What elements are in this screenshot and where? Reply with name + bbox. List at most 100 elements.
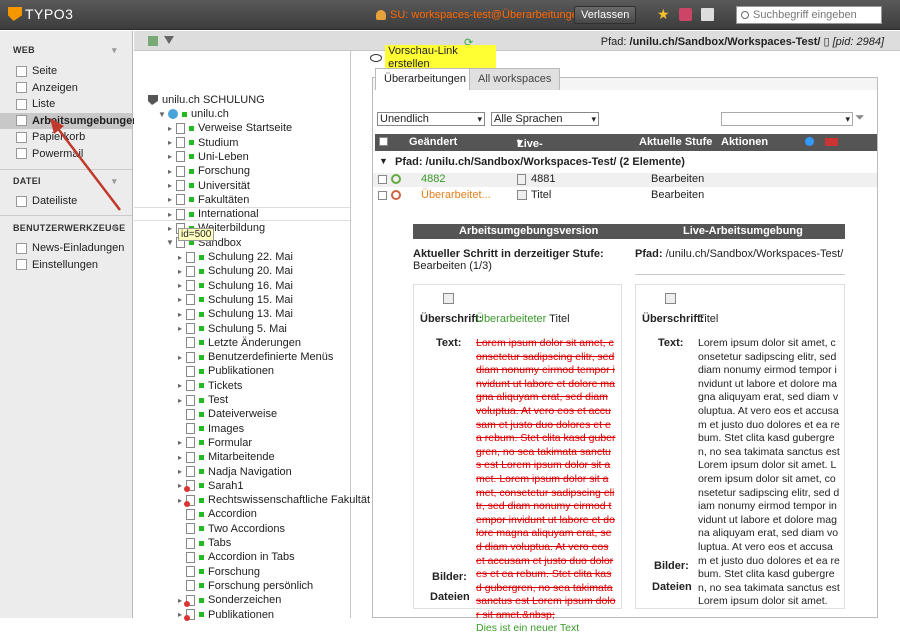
menu-item-papierkorb[interactable]: Papierkorb — [0, 129, 132, 145]
tree-item[interactable]: ▸ Schulung 20. Mai — [134, 264, 350, 278]
tab-all-workspaces[interactable]: All workspaces — [469, 68, 561, 90]
tree-item[interactable]: ▸ Mitarbeitende — [134, 450, 350, 464]
menu-section-web[interactable]: WEB ▾ — [0, 45, 117, 55]
row-checkbox[interactable] — [378, 191, 387, 200]
group-row[interactable]: ▼ Pfad: /unilu.ch/Sandbox/Workspaces-Test… — [373, 156, 877, 170]
menu-item-dateiliste[interactable]: Dateiliste — [0, 193, 132, 209]
tree-item[interactable]: ▸ Uni-Leben — [134, 150, 350, 164]
expand-icon[interactable]: ▸ — [176, 396, 184, 405]
table-row[interactable]: Überarbeitet... Titel Bearbeiten — [373, 189, 877, 203]
tree-item[interactable]: ▸ Benutzerdefinierte Menüs — [134, 350, 350, 364]
expand-icon[interactable]: ▸ — [176, 324, 184, 333]
tree-item[interactable]: ▸ Sarah1 — [134, 479, 350, 493]
tree-item[interactable]: Two Accordions — [134, 522, 350, 536]
col-stage[interactable]: Aktuelle Stufe — [639, 136, 712, 148]
tree-item[interactable]: ▸ Schulung 16. Mai — [134, 279, 350, 293]
expand-icon[interactable]: ▸ — [166, 167, 174, 176]
tree-item[interactable]: ▸ Schulung 13. Mai — [134, 307, 350, 321]
filter-icon[interactable] — [164, 36, 174, 44]
menu-item-powermail[interactable]: Powermail — [0, 146, 132, 162]
expand-icon[interactable]: ▼ — [166, 238, 174, 247]
expand-icon[interactable]: ▸ — [176, 353, 184, 362]
expand-icon[interactable]: ▸ — [176, 481, 184, 490]
preview-link-button[interactable]: Vorschau-Link erstellen — [370, 45, 496, 71]
expand-icon[interactable]: ▸ — [176, 467, 184, 476]
col-actions[interactable]: Aktionen — [721, 136, 768, 148]
tree-item[interactable]: ▸ Schulung 5. Mai — [134, 322, 350, 336]
tree-item[interactable]: ▸ Publikationen — [134, 608, 350, 622]
expand-icon[interactable]: ▸ — [176, 438, 184, 447]
tree-item[interactable]: ▸ Verweise Startseite — [134, 121, 350, 135]
clear-cache-icon[interactable] — [679, 8, 692, 21]
tree-item[interactable]: ▸ Tickets — [134, 379, 350, 393]
expand-icon[interactable]: ▸ — [166, 195, 174, 204]
tree-item[interactable]: Dateiverweise — [134, 407, 350, 421]
expand-icon[interactable]: ▸ — [176, 253, 184, 262]
opendocs-icon[interactable] — [701, 8, 714, 21]
tree-item[interactable]: ▸ Schulung 22. Mai — [134, 250, 350, 264]
tree-item[interactable]: ▼ unilu.ch — [134, 107, 350, 121]
tree-item[interactable]: Publikationen — [134, 364, 350, 378]
expand-icon[interactable]: ▸ — [176, 281, 184, 290]
tree-item[interactable]: Forschung persönlich — [134, 579, 350, 593]
tree-item[interactable]: ▸ Test — [134, 393, 350, 407]
filter-icon[interactable]: ⏷ — [855, 110, 865, 125]
expand-icon[interactable]: ▸ — [166, 224, 174, 233]
expand-icon[interactable]: ▸ — [176, 453, 184, 462]
select-all-checkbox[interactable] — [379, 137, 388, 146]
tree-item[interactable]: ▸ Weiterbildung — [134, 221, 350, 235]
tree-item[interactable]: ▸ Rechtswissenschaftliche Fakultät — [134, 493, 370, 507]
expand-icon[interactable]: ▸ — [166, 181, 174, 190]
menu-item-news-einladungen[interactable]: News-Einladungen — [0, 240, 132, 256]
tree-item[interactable]: Letzte Änderungen — [134, 336, 350, 350]
expand-icon[interactable]: ▸ — [176, 310, 184, 319]
tree-item[interactable]: Accordion in Tabs — [134, 550, 350, 564]
language-select[interactable]: Alle Sprachen — [491, 112, 599, 126]
tree-item[interactable]: Tabs — [134, 536, 350, 550]
depth-select[interactable]: Unendlich — [377, 112, 485, 126]
menu-item-arbeitsumgebungen[interactable]: Arbeitsumgebungen — [0, 112, 139, 129]
tree-item[interactable]: ▸ Formular — [134, 436, 350, 450]
bookmark-star-icon[interactable]: ★ — [657, 6, 670, 22]
tree-root[interactable]: unilu.ch SCHULUNG — [148, 93, 364, 107]
tree-item[interactable]: ▸ Schulung 15. Mai — [134, 293, 350, 307]
tree-item[interactable]: ▸ International — [134, 207, 350, 222]
expand-icon[interactable]: ▸ — [166, 138, 174, 147]
tree-item[interactable]: ▸ Sonderzeichen — [134, 593, 350, 607]
menu-item-anzeigen[interactable]: Anzeigen — [0, 80, 132, 96]
menu-section-file[interactable]: DATEI ▾ — [0, 176, 117, 186]
expand-icon[interactable]: ▼ — [158, 110, 166, 119]
expand-icon[interactable]: ▸ — [176, 381, 184, 390]
menu-item-liste[interactable]: Liste — [0, 96, 132, 112]
expand-icon[interactable]: ▸ — [176, 295, 184, 304]
grid-search-input[interactable] — [721, 112, 853, 126]
menu-item-einstellungen[interactable]: Einstellungen — [0, 257, 132, 273]
info-icon[interactable] — [805, 137, 814, 146]
tree-item[interactable]: ▸ Studium — [134, 136, 350, 150]
tree-item[interactable]: ▸ Universität — [134, 179, 350, 193]
row-checkbox[interactable] — [378, 175, 387, 184]
menu-section-tools[interactable]: BENUTZERWERKZEUGE ▾ — [0, 223, 125, 233]
tree-item[interactable]: ▸ Nadja Navigation — [134, 465, 350, 479]
tree-item[interactable]: ▸ Forschung — [134, 164, 350, 178]
col-live-title[interactable]: Live-Titel ▾ — [517, 136, 543, 162]
tree-item[interactable]: Accordion — [134, 507, 350, 521]
tree-item[interactable]: Images — [134, 422, 350, 436]
expand-icon[interactable]: ▸ — [166, 152, 174, 161]
expand-icon[interactable]: ▸ — [166, 124, 174, 133]
tree-item[interactable]: ▼ Sandbox — [134, 236, 350, 250]
leave-su-button[interactable]: Verlassen — [574, 6, 637, 24]
table-row[interactable]: 4882 4881 Bearbeiten — [373, 173, 877, 187]
expand-icon[interactable]: ▸ — [176, 496, 184, 505]
expand-icon[interactable]: ▸ — [176, 596, 184, 605]
menu-item-seite[interactable]: Seite — [0, 63, 132, 79]
tab-revisions[interactable]: Überarbeitungen — [375, 68, 475, 91]
new-page-icon[interactable] — [148, 36, 158, 46]
search-input[interactable]: Suchbegriff eingeben — [736, 6, 882, 24]
typo3-logo[interactable]: TYPO3 — [8, 6, 73, 22]
tree-item[interactable]: ▸ Fakultäten — [134, 193, 350, 207]
col-changed[interactable]: Geändert — [409, 136, 457, 148]
expand-icon[interactable]: ▸ — [166, 210, 174, 219]
tree-item[interactable]: Forschung — [134, 565, 350, 579]
expand-icon[interactable]: ▸ — [176, 267, 184, 276]
